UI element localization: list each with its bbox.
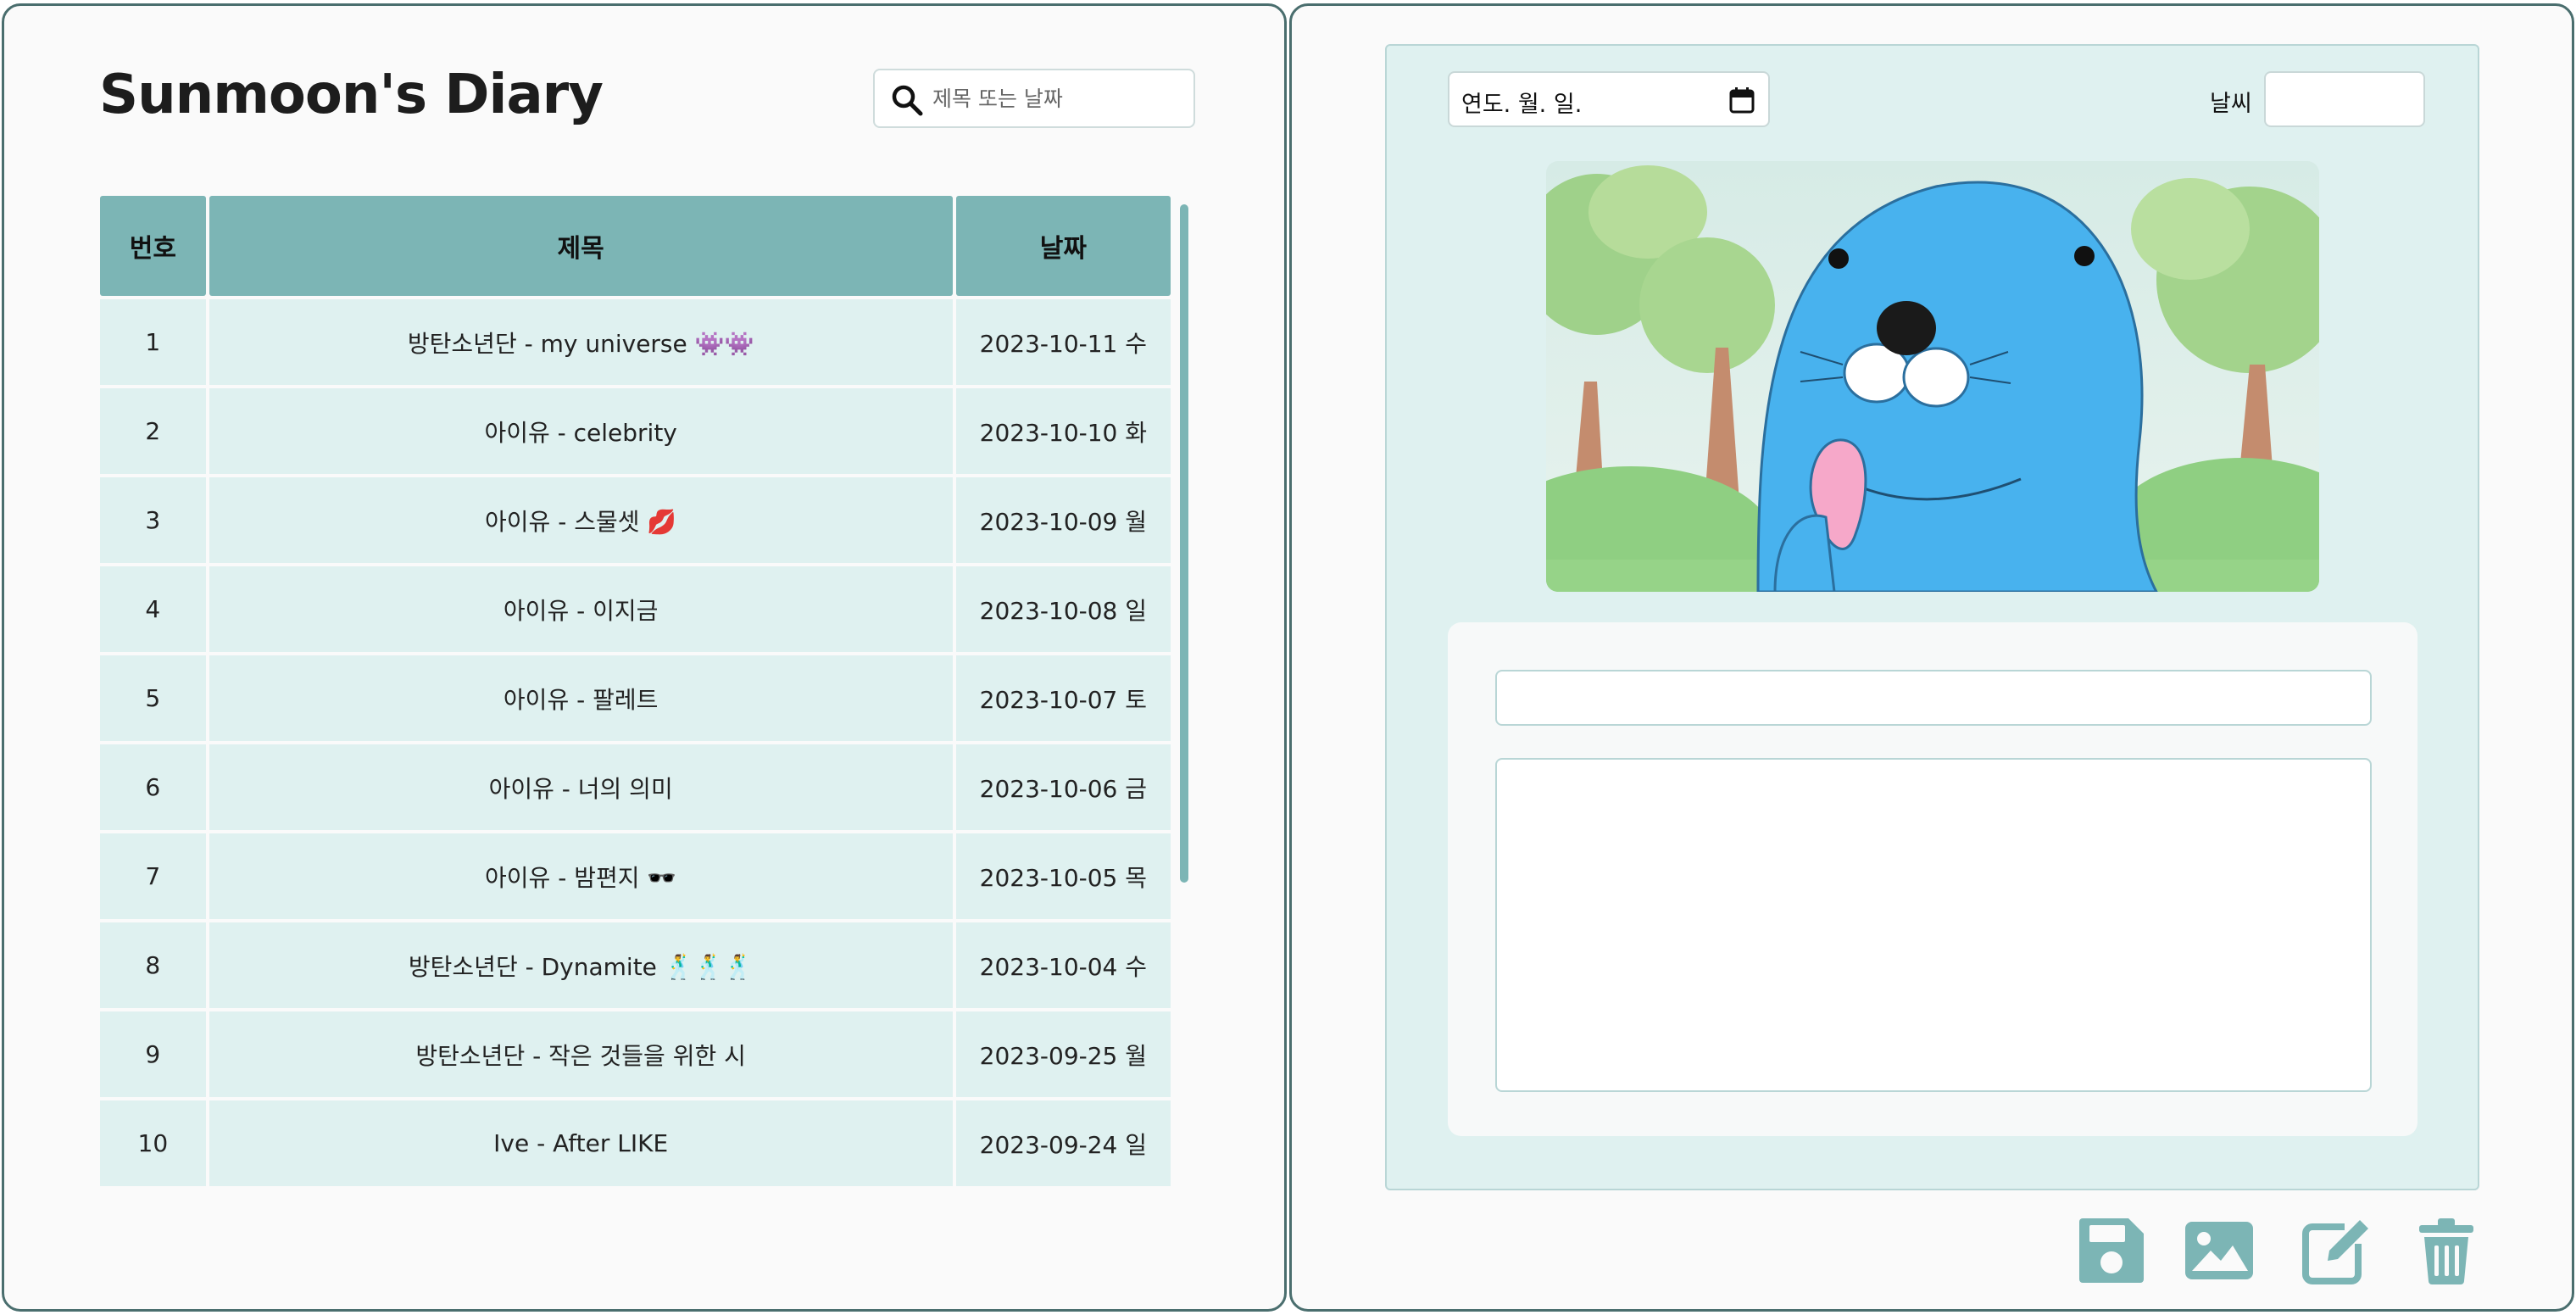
table-row[interactable]: 7 아이유 - 밤편지 🕶️ 2023-10-05 목 (100, 833, 1171, 919)
weather-input[interactable] (2264, 71, 2425, 127)
row-title[interactable]: 아이유 - 너의 의미 (209, 744, 953, 830)
row-title[interactable]: 아이유 - 밤편지 🕶️ (209, 833, 953, 919)
header-title[interactable]: 제목 (209, 196, 953, 296)
search-icon (892, 85, 923, 116)
row-date: 2023-10-11 수 (955, 299, 1171, 385)
row-number: 7 (100, 833, 206, 919)
row-number: 4 (100, 566, 206, 652)
row-title[interactable]: 방탄소년단 - 작은 것들을 위한 시 (209, 1011, 953, 1097)
row-number: 8 (100, 922, 206, 1008)
row-number: 2 (100, 388, 206, 474)
row-date: 2023-09-25 월 (955, 1011, 1171, 1097)
row-number: 3 (100, 477, 206, 563)
table-row[interactable]: 2 아이유 - celebrity 2023-10-10 화 (100, 388, 1171, 474)
table-row[interactable]: 1 방탄소년단 - my universe 👾👾 2023-10-11 수 (100, 299, 1171, 385)
diary-table: 번호 제목 날짜 1 방탄소년단 - my universe 👾👾 2023-1… (97, 192, 1174, 1190)
row-date: 2023-10-05 목 (955, 833, 1171, 919)
date-input[interactable]: 연도. 월. 일. (1448, 71, 1770, 127)
date-placeholder: 연도. 월. 일. (1461, 92, 1583, 118)
calendar-icon[interactable] (1729, 86, 1755, 114)
diary-editor-panel: 연도. 월. 일. 날씨 (1289, 3, 2574, 1312)
row-title[interactable]: 아이유 - 이지금 (209, 566, 953, 652)
table-header-row: 번호 제목 날짜 (100, 196, 1171, 296)
editor-area: 연도. 월. 일. 날씨 (1385, 44, 2479, 1190)
image-icon[interactable] (2184, 1215, 2255, 1286)
diary-photo (1546, 161, 2319, 592)
row-title[interactable]: Ive - After LIKE (209, 1100, 953, 1186)
row-title[interactable]: 방탄소년단 - Dynamite 🕺🕺🕺 (209, 922, 953, 1008)
diary-table-container: 번호 제목 날짜 1 방탄소년단 - my universe 👾👾 2023-1… (100, 196, 1177, 1200)
table-row[interactable]: 4 아이유 - 이지금 2023-10-08 일 (100, 566, 1171, 652)
row-date: 2023-10-04 수 (955, 922, 1171, 1008)
row-title[interactable]: 아이유 - celebrity (209, 388, 953, 474)
row-title[interactable]: 방탄소년단 - my universe 👾👾 (209, 299, 953, 385)
header-number[interactable]: 번호 (100, 196, 206, 296)
app-title: Sunmoon's Diary (99, 64, 604, 126)
table-row[interactable]: 10 Ive - After LIKE 2023-09-24 일 (100, 1100, 1171, 1186)
row-date: 2023-10-09 월 (955, 477, 1171, 563)
diary-list-panel: Sunmoon's Diary 번호 제목 날짜 1 방탄소년단 - my un… (2, 3, 1287, 1312)
table-row[interactable]: 5 아이유 - 팔레트 2023-10-07 토 (100, 655, 1171, 741)
cartoon-seal-image (1546, 161, 2319, 592)
row-date: 2023-10-07 토 (955, 655, 1171, 741)
row-number: 6 (100, 744, 206, 830)
trash-icon[interactable] (2411, 1215, 2482, 1286)
weather-label: 날씨 (2210, 91, 2252, 117)
search-input[interactable] (932, 70, 1187, 126)
table-row[interactable]: 9 방탄소년단 - 작은 것들을 위한 시 2023-09-25 월 (100, 1011, 1171, 1097)
row-number: 5 (100, 655, 206, 741)
entry-card (1448, 622, 2417, 1136)
row-title[interactable]: 아이유 - 스물셋 💋 (209, 477, 953, 563)
row-date: 2023-09-24 일 (955, 1100, 1171, 1186)
table-row[interactable]: 6 아이유 - 너의 의미 2023-10-06 금 (100, 744, 1171, 830)
entry-title-input[interactable] (1495, 670, 2372, 726)
header-date[interactable]: 날짜 (955, 196, 1171, 296)
row-number: 10 (100, 1100, 206, 1186)
edit-icon[interactable] (2302, 1215, 2373, 1286)
save-icon[interactable] (2076, 1215, 2147, 1286)
row-date: 2023-10-08 일 (955, 566, 1171, 652)
row-number: 1 (100, 299, 206, 385)
table-row[interactable]: 3 아이유 - 스물셋 💋 2023-10-09 월 (100, 477, 1171, 563)
row-date: 2023-10-06 금 (955, 744, 1171, 830)
entry-content-textarea[interactable] (1495, 758, 2372, 1092)
row-number: 9 (100, 1011, 206, 1097)
table-row[interactable]: 8 방탄소년단 - Dynamite 🕺🕺🕺 2023-10-04 수 (100, 922, 1171, 1008)
row-date: 2023-10-10 화 (955, 388, 1171, 474)
row-title[interactable]: 아이유 - 팔레트 (209, 655, 953, 741)
table-scrollbar[interactable] (1180, 204, 1188, 883)
search-box[interactable] (873, 69, 1195, 128)
